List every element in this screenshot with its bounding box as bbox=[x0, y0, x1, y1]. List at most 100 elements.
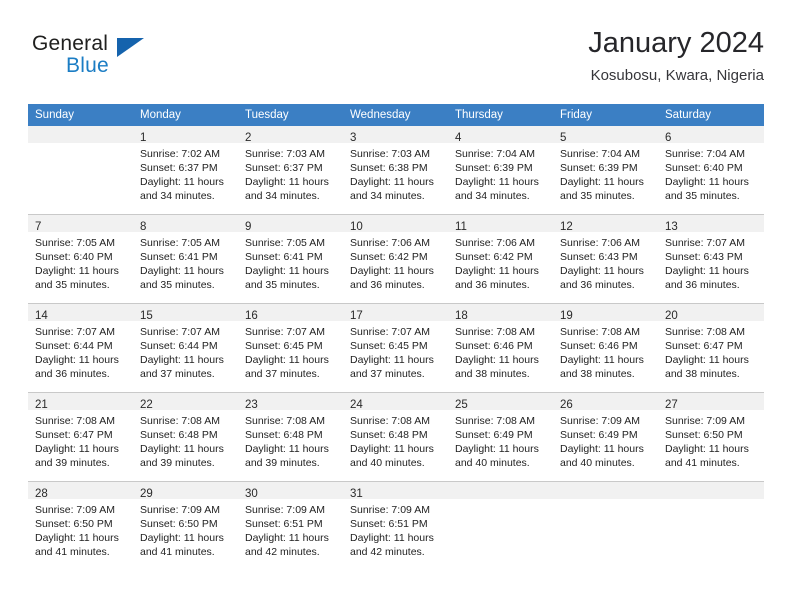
daylight-text-line2: and 35 minutes. bbox=[140, 279, 215, 291]
daylight-text-line2: and 42 minutes. bbox=[245, 546, 320, 558]
general-blue-logo[interactable]: General Blue bbox=[32, 32, 212, 88]
calendar-day-cell[interactable]: 30 Sunrise: 7:09 AM Sunset: 6:51 PM Dayligh… bbox=[238, 481, 343, 570]
calendar-day-cell[interactable]: 22 Sunrise: 7:08 AM Sunset: 6:48 PM Dayligh… bbox=[133, 392, 238, 482]
sunrise-text: Sunrise: 7:08 AM bbox=[350, 415, 430, 427]
calendar-week-row: 28 Sunrise: 7:09 AM Sunset: 6:50 PM Dayligh… bbox=[28, 481, 764, 570]
calendar-day-cell[interactable]: 23 Sunrise: 7:08 AM Sunset: 6:48 PM Dayligh… bbox=[238, 392, 343, 482]
calendar-day-cell[interactable]: 7 Sunrise: 7:05 AM Sunset: 6:40 PM Daylight… bbox=[28, 214, 133, 304]
calendar-day-cell[interactable]: 1 Sunrise: 7:02 AM Sunset: 6:37 PM Daylight… bbox=[133, 126, 238, 215]
calendar-day-cell[interactable]: 20 Sunrise: 7:08 AM Sunset: 6:47 PM Dayligh… bbox=[658, 303, 764, 393]
calendar-day-cell[interactable]: 15 Sunrise: 7:07 AM Sunset: 6:44 PM Dayligh… bbox=[133, 303, 238, 393]
sunset-text: Sunset: 6:46 PM bbox=[560, 340, 638, 352]
sunrise-text: Sunrise: 7:08 AM bbox=[455, 326, 535, 338]
day-number: 16 bbox=[245, 310, 258, 322]
day-number: 27 bbox=[665, 399, 678, 411]
day-number: 19 bbox=[560, 310, 573, 322]
weekday-header-saturday: Saturday bbox=[658, 104, 764, 126]
triangle-logo-icon bbox=[117, 38, 144, 57]
sunrise-text: Sunrise: 7:08 AM bbox=[140, 415, 220, 427]
daylight-text-line2: and 36 minutes. bbox=[665, 279, 740, 291]
day-number: 5 bbox=[560, 132, 567, 144]
day-number: 3 bbox=[350, 132, 357, 144]
calendar-day-cell[interactable]: 26 Sunrise: 7:09 AM Sunset: 6:49 PM Dayligh… bbox=[553, 392, 658, 482]
sunrise-text: Sunrise: 7:08 AM bbox=[665, 326, 745, 338]
calendar-week-row: 21 Sunrise: 7:08 AM Sunset: 6:47 PM Dayligh… bbox=[28, 392, 764, 482]
sunrise-text: Sunrise: 7:07 AM bbox=[140, 326, 220, 338]
sunset-text: Sunset: 6:51 PM bbox=[350, 518, 428, 530]
daylight-text-line1: Daylight: 11 hours bbox=[245, 354, 329, 366]
calendar-day-cell[interactable]: 27 Sunrise: 7:09 AM Sunset: 6:50 PM Dayligh… bbox=[658, 392, 764, 482]
sunset-text: Sunset: 6:40 PM bbox=[665, 162, 743, 174]
calendar-day-cell[interactable]: 2 Sunrise: 7:03 AM Sunset: 6:37 PM Daylight… bbox=[238, 126, 343, 215]
day-number: 28 bbox=[35, 488, 48, 500]
calendar-day-cell[interactable]: 16 Sunrise: 7:07 AM Sunset: 6:45 PM Dayligh… bbox=[238, 303, 343, 393]
sunrise-text: Sunrise: 7:07 AM bbox=[245, 326, 325, 338]
calendar-day-cell[interactable]: 5 Sunrise: 7:04 AM Sunset: 6:39 PM Daylight… bbox=[553, 126, 658, 215]
day-number: 4 bbox=[455, 132, 462, 144]
calendar-day-cell[interactable]: 28 Sunrise: 7:09 AM Sunset: 6:50 PM Dayligh… bbox=[28, 481, 133, 570]
sunrise-text: Sunrise: 7:05 AM bbox=[35, 237, 115, 249]
sunrise-text: Sunrise: 7:09 AM bbox=[245, 504, 325, 516]
calendar-day-cell[interactable]: 3 Sunrise: 7:03 AM Sunset: 6:38 PM Daylight… bbox=[343, 126, 448, 215]
daylight-text-line2: and 39 minutes. bbox=[245, 457, 320, 469]
calendar-day-cell[interactable]: 29 Sunrise: 7:09 AM Sunset: 6:50 PM Dayligh… bbox=[133, 481, 238, 570]
sunrise-text: Sunrise: 7:08 AM bbox=[455, 415, 535, 427]
calendar-day-cell[interactable]: 13 Sunrise: 7:07 AM Sunset: 6:43 PM Dayligh… bbox=[658, 214, 764, 304]
sunset-text: Sunset: 6:50 PM bbox=[665, 429, 743, 441]
page-title: January 2024 bbox=[588, 27, 764, 59]
calendar-day-cell[interactable]: 24 Sunrise: 7:08 AM Sunset: 6:48 PM Dayligh… bbox=[343, 392, 448, 482]
calendar-empty-cell bbox=[553, 481, 658, 570]
sunset-text: Sunset: 6:50 PM bbox=[35, 518, 113, 530]
daylight-text-line2: and 36 minutes. bbox=[35, 368, 110, 380]
calendar-day-cell[interactable]: 9 Sunrise: 7:05 AM Sunset: 6:41 PM Daylight… bbox=[238, 214, 343, 304]
calendar-day-cell[interactable]: 10 Sunrise: 7:06 AM Sunset: 6:42 PM Dayligh… bbox=[343, 214, 448, 304]
day-number: 14 bbox=[35, 310, 48, 322]
daylight-text-line1: Daylight: 11 hours bbox=[665, 354, 749, 366]
daylight-text-line1: Daylight: 11 hours bbox=[35, 532, 119, 544]
sunrise-text: Sunrise: 7:06 AM bbox=[350, 237, 430, 249]
calendar-day-cell[interactable]: 4 Sunrise: 7:04 AM Sunset: 6:39 PM Daylight… bbox=[448, 126, 553, 215]
sunrise-text: Sunrise: 7:06 AM bbox=[560, 237, 640, 249]
calendar-day-cell[interactable]: 14 Sunrise: 7:07 AM Sunset: 6:44 PM Dayligh… bbox=[28, 303, 133, 393]
daylight-text-line1: Daylight: 11 hours bbox=[350, 354, 434, 366]
calendar-day-cell[interactable]: 8 Sunrise: 7:05 AM Sunset: 6:41 PM Daylight… bbox=[133, 214, 238, 304]
daylight-text-line1: Daylight: 11 hours bbox=[665, 176, 749, 188]
calendar-day-cell[interactable]: 31 Sunrise: 7:09 AM Sunset: 6:51 PM Dayligh… bbox=[343, 481, 448, 570]
daylight-text-line1: Daylight: 11 hours bbox=[35, 265, 119, 277]
calendar-week-row: 14 Sunrise: 7:07 AM Sunset: 6:44 PM Dayligh… bbox=[28, 303, 764, 393]
calendar-day-cell[interactable]: 12 Sunrise: 7:06 AM Sunset: 6:43 PM Dayligh… bbox=[553, 214, 658, 304]
calendar-day-cell[interactable]: 17 Sunrise: 7:07 AM Sunset: 6:45 PM Dayligh… bbox=[343, 303, 448, 393]
sunrise-text: Sunrise: 7:04 AM bbox=[455, 148, 535, 160]
calendar-day-cell[interactable]: 25 Sunrise: 7:08 AM Sunset: 6:49 PM Dayligh… bbox=[448, 392, 553, 482]
day-number: 9 bbox=[245, 221, 252, 233]
calendar-day-cell[interactable]: 11 Sunrise: 7:06 AM Sunset: 6:42 PM Dayligh… bbox=[448, 214, 553, 304]
calendar-day-cell[interactable]: 19 Sunrise: 7:08 AM Sunset: 6:46 PM Dayligh… bbox=[553, 303, 658, 393]
daylight-text-line2: and 40 minutes. bbox=[560, 457, 635, 469]
sunrise-text: Sunrise: 7:09 AM bbox=[140, 504, 220, 516]
weekday-header-wednesday: Wednesday bbox=[343, 104, 448, 126]
daylight-text-line2: and 38 minutes. bbox=[665, 368, 740, 380]
sunset-text: Sunset: 6:37 PM bbox=[140, 162, 218, 174]
daylight-text-line2: and 36 minutes. bbox=[455, 279, 530, 291]
daylight-text-line1: Daylight: 11 hours bbox=[350, 176, 434, 188]
sunset-text: Sunset: 6:39 PM bbox=[455, 162, 533, 174]
day-number: 23 bbox=[245, 399, 258, 411]
sunrise-text: Sunrise: 7:02 AM bbox=[140, 148, 220, 160]
daylight-text-line1: Daylight: 11 hours bbox=[140, 354, 224, 366]
daylight-text-line1: Daylight: 11 hours bbox=[35, 354, 119, 366]
day-number: 29 bbox=[140, 488, 153, 500]
daylight-text-line2: and 37 minutes. bbox=[350, 368, 425, 380]
calendar-day-cell[interactable]: 21 Sunrise: 7:08 AM Sunset: 6:47 PM Dayligh… bbox=[28, 392, 133, 482]
daylight-text-line1: Daylight: 11 hours bbox=[140, 265, 224, 277]
calendar-day-cell[interactable]: 6 Sunrise: 7:04 AM Sunset: 6:40 PM Daylight… bbox=[658, 126, 764, 215]
daylight-text-line2: and 34 minutes. bbox=[140, 190, 215, 202]
sunset-text: Sunset: 6:49 PM bbox=[455, 429, 533, 441]
calendar-day-cell[interactable]: 18 Sunrise: 7:08 AM Sunset: 6:46 PM Dayligh… bbox=[448, 303, 553, 393]
daylight-text-line1: Daylight: 11 hours bbox=[350, 532, 434, 544]
sunset-text: Sunset: 6:40 PM bbox=[35, 251, 113, 263]
day-number: 17 bbox=[350, 310, 363, 322]
calendar-grid: Sunday Monday Tuesday Wednesday Thursday… bbox=[28, 104, 764, 570]
daylight-text-line2: and 36 minutes. bbox=[560, 279, 635, 291]
daylight-text-line1: Daylight: 11 hours bbox=[455, 265, 539, 277]
weekday-header-monday: Monday bbox=[133, 104, 238, 126]
